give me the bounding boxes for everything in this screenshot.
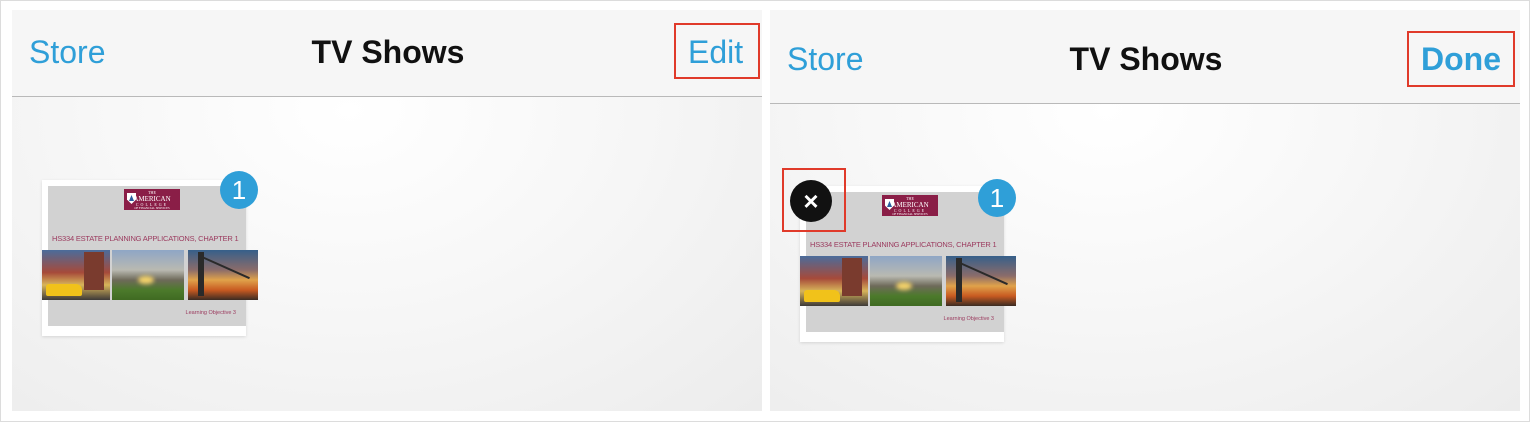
page-title: TV Shows [1069,41,1223,77]
edit-button-highlight [674,23,760,79]
slide-title: HS334 ESTATE PLANNING APPLICATIONS, CHAP… [52,234,239,243]
episode-count-badge: 1 [220,171,258,209]
tv-shows-screen-normal: Store TV Shows Edit THE AMERICAN COLLEGE… [12,10,762,411]
tv-show-thumbnail[interactable]: THE AMERICAN COLLEGE OF FINANCIAL SERVIC… [42,180,258,336]
slide-footer: Learning Objective 3 [185,310,236,316]
tv-shows-screen-editing: Store TV Shows Done THE AMERICAN COLLEGE… [770,10,1520,411]
page-title: TV Shows [311,34,465,70]
slide-footer: Learning Objective 3 [943,316,994,322]
campus-sunset-photo [112,250,184,300]
campus-sunset-photo [870,256,942,306]
store-button[interactable]: Store [787,41,863,78]
slide-preview: THE AMERICAN COLLEGE OF FINANCIAL SERVIC… [42,186,258,326]
city-street-photo [42,250,110,300]
navigation-bar: Store TV Shows Done [770,10,1520,104]
done-button-highlight [1407,31,1515,87]
college-logo: THE AMERICAN COLLEGE OF FINANCIAL SERVIC… [882,195,938,216]
logo-text: OF FINANCIAL SERVICES [134,206,170,210]
city-street-photo [800,256,868,306]
college-logo: THE AMERICAN COLLEGE OF FINANCIAL SERVIC… [124,189,180,210]
episode-count-badge: 1 [978,179,1016,217]
slide-title: HS334 ESTATE PLANNING APPLICATIONS, CHAP… [810,240,997,249]
logo-text: OF FINANCIAL SERVICES [892,212,928,216]
delete-button-highlight [782,168,846,232]
bridge-sunset-photo [188,250,258,300]
bridge-sunset-photo [946,256,1016,306]
navigation-bar: Store TV Shows Edit [12,10,762,97]
store-button[interactable]: Store [29,34,105,71]
